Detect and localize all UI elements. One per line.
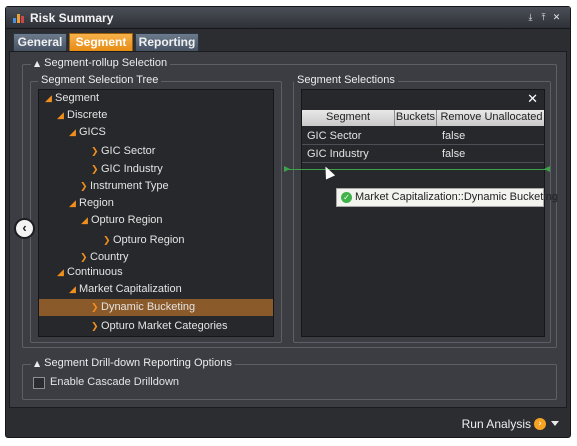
segment-tree: ◢ Segment ◢ Discrete ◢ GICS ❯ GIC Sector ❯ GI… bbox=[38, 89, 274, 337]
column-header-remove-unallocated[interactable]: Remove Unallocated bbox=[437, 110, 546, 126]
segment-rollup-legend: Segment-rollup Selection bbox=[44, 57, 168, 69]
tab-content: ▲ Segment-rollup Selection Segment Select… bbox=[9, 51, 567, 408]
cell-remove-unallocated: false bbox=[442, 130, 466, 142]
segment-selection-tree-group: Segment Selection Tree ◢ Segment ◢ Discret… bbox=[30, 74, 282, 343]
drilldown-options-group: ▲ Segment Drill-down Reporting Options En… bbox=[22, 357, 557, 400]
tree-node-gics[interactable]: ◢ GICS bbox=[39, 124, 273, 141]
table-row[interactable]: GIC Sector false bbox=[302, 127, 544, 145]
tree-node-region[interactable]: ◢ Region bbox=[39, 195, 273, 212]
expanded-arrow-icon: ◢ bbox=[69, 285, 76, 295]
title-bar: Risk Summary ⤓ ⤒ ✕ bbox=[6, 7, 570, 29]
collapsed-arrow-icon: ❯ bbox=[103, 236, 111, 246]
run-analysis-button[interactable]: Run Analysis bbox=[462, 417, 531, 431]
run-icon[interactable]: › bbox=[534, 418, 546, 430]
collapsed-arrow-icon: ❯ bbox=[91, 147, 99, 157]
segment-selections-legend: Segment Selections bbox=[294, 74, 398, 86]
download-icon[interactable]: ⤓ bbox=[525, 13, 536, 24]
footer-bar: Run Analysis › bbox=[6, 410, 570, 437]
expanded-arrow-icon: ◢ bbox=[57, 268, 64, 278]
column-header-buckets[interactable]: Buckets bbox=[395, 110, 437, 126]
close-icon[interactable]: ✕ bbox=[527, 92, 538, 107]
tree-node-instrument-type[interactable]: ❯ Instrument Type bbox=[39, 178, 273, 195]
grid-header: Segment Buckets Remove Unallocated bbox=[302, 110, 544, 126]
collapse-triangle-icon: ▲ bbox=[34, 359, 41, 368]
drilldown-options-toggle[interactable]: ▲ Segment Drill-down Reporting Options bbox=[31, 357, 235, 369]
cell-segment: GIC Industry bbox=[307, 148, 369, 160]
segment-rollup-toggle[interactable]: ▲ Segment-rollup Selection bbox=[31, 57, 171, 69]
tree-node-opturo-region[interactable]: ◢ Opturo Region bbox=[39, 212, 273, 229]
tab-reporting[interactable]: Reporting bbox=[135, 33, 199, 51]
tree-node-discrete[interactable]: ◢ Discrete bbox=[39, 107, 273, 124]
segment-selections-grid: ✕ Segment Buckets Remove Unallocated GIC… bbox=[301, 89, 545, 337]
expanded-arrow-icon: ◢ bbox=[45, 94, 52, 104]
tree-node-dynamic-bucketing[interactable]: ❯ Dynamic Bucketing bbox=[39, 299, 273, 316]
check-icon: ✓ bbox=[341, 192, 352, 203]
collapse-triangle-icon: ▲ bbox=[34, 59, 41, 68]
tree-node-opturo-region-leaf[interactable]: ❯ Opturo Region bbox=[39, 232, 273, 249]
tree-node-market-capitalization[interactable]: ◢ Market Capitalization bbox=[39, 281, 273, 298]
drag-tooltip-text: Market Capitalization::Dynamic Bucketing bbox=[355, 191, 558, 203]
collapsed-arrow-icon: ❯ bbox=[80, 182, 88, 192]
collapsed-arrow-icon: ❯ bbox=[91, 322, 99, 332]
chevron-left-icon[interactable]: ‹ bbox=[14, 218, 35, 239]
tree-node-gic-sector[interactable]: ❯ GIC Sector bbox=[39, 143, 273, 160]
tab-general[interactable]: General bbox=[13, 33, 67, 51]
window-title: Risk Summary bbox=[30, 11, 114, 25]
drop-arrow-right-icon bbox=[544, 166, 550, 172]
tree-node-opturo-market-categories[interactable]: ❯ Opturo Market Categories bbox=[39, 318, 273, 335]
tree-node-continuous[interactable]: ◢ Continuous bbox=[39, 264, 273, 281]
cascade-drilldown-label: Enable Cascade Drilldown bbox=[50, 376, 180, 388]
cascade-drilldown-checkbox[interactable] bbox=[33, 377, 45, 389]
drilldown-options-legend: Segment Drill-down Reporting Options bbox=[44, 357, 232, 369]
risk-summary-window: Risk Summary ⤓ ⤒ ✕ General Segment Repor… bbox=[5, 6, 571, 438]
table-row[interactable]: GIC Industry false bbox=[302, 145, 544, 163]
expanded-arrow-icon: ◢ bbox=[57, 111, 64, 121]
segment-selection-tree-legend: Segment Selection Tree bbox=[38, 74, 162, 86]
tab-segment[interactable]: Segment bbox=[69, 33, 133, 51]
segment-selections-group: Segment Selections ✕ Segment Buckets Rem… bbox=[293, 74, 551, 343]
collapsed-arrow-icon: ❯ bbox=[91, 165, 99, 175]
column-header-segment[interactable]: Segment bbox=[302, 110, 395, 126]
expanded-arrow-icon: ◢ bbox=[69, 199, 76, 209]
collapsed-arrow-icon: ❯ bbox=[91, 303, 99, 313]
tree-node-segment[interactable]: ◢ Segment bbox=[39, 90, 273, 107]
tree-node-gic-industry[interactable]: ❯ GIC Industry bbox=[39, 161, 273, 178]
drag-tooltip: ✓ Market Capitalization::Dynamic Bucketi… bbox=[336, 188, 558, 207]
cell-segment: GIC Sector bbox=[307, 130, 362, 142]
expanded-arrow-icon: ◢ bbox=[81, 216, 88, 226]
export-icon[interactable]: ⤒ bbox=[538, 13, 549, 24]
cell-remove-unallocated: false bbox=[442, 148, 466, 160]
bar-chart-icon bbox=[13, 13, 25, 23]
drop-arrow-left-icon bbox=[284, 166, 290, 172]
close-icon[interactable]: ✕ bbox=[551, 13, 562, 24]
dropdown-arrow-icon[interactable] bbox=[551, 421, 559, 426]
expanded-arrow-icon: ◢ bbox=[69, 128, 76, 138]
